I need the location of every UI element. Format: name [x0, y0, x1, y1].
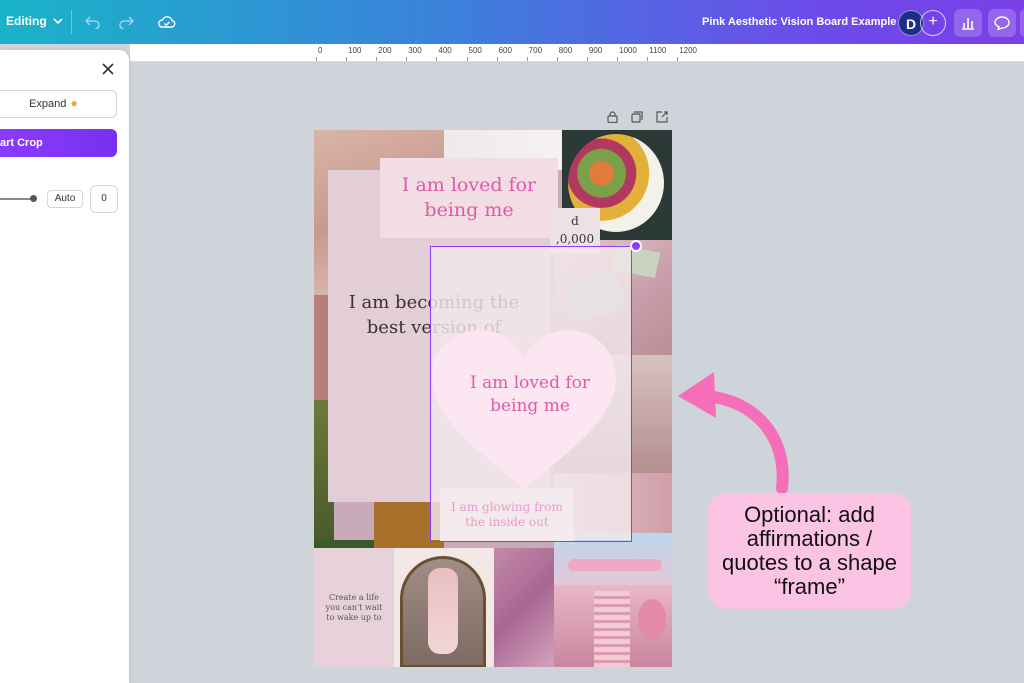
ruler-tick-mark [556, 57, 558, 61]
ruler-tick-mark [376, 57, 378, 61]
ruler-tick-label: 1100 [649, 46, 667, 55]
affirmation-card-create-life[interactable]: Create a life you can't wait to wake up … [314, 548, 394, 667]
annotation-arrow [678, 372, 789, 494]
ruler-tick-label: 300 [408, 46, 422, 55]
selection-box[interactable] [430, 246, 632, 542]
ruler-tick-label: 400 [438, 46, 452, 55]
ruler-tick-label: 600 [498, 46, 512, 55]
horizontal-ruler: 0 100 200 300 400 500 600 700 800 900 1000 1100 1200 [130, 44, 1024, 62]
comments-button[interactable] [988, 9, 1016, 37]
ruler-tick-label: 500 [468, 46, 482, 55]
top-bar: Editing Pink Aesthetic Vision Board Exam… [0, 0, 1024, 44]
auto-button[interactable]: Auto [47, 190, 83, 208]
cloud-saved-icon[interactable] [158, 13, 176, 31]
ruler-tick-mark [677, 57, 679, 61]
ruler-tick-mark [586, 57, 588, 61]
flower-bouquet [638, 599, 666, 639]
bar-chart-icon [962, 18, 974, 30]
undo-icon[interactable] [84, 13, 102, 31]
ruler-tick-mark [466, 57, 468, 61]
annotation-text: Optional: add affirmations / quotes to a… [722, 502, 897, 599]
ruler-tick-mark [647, 57, 649, 61]
woman-figure [428, 568, 458, 654]
photo-tile-pink-stairs[interactable] [554, 585, 672, 667]
ruler-tick-label: 0 [318, 46, 323, 55]
ruler-tick-label: 700 [528, 46, 543, 55]
ruler-tick-label: 900 [588, 46, 603, 55]
ruler-tick-label: 1000 [619, 46, 637, 55]
rotate-handle[interactable] [630, 240, 642, 252]
ruler-tick-mark [496, 57, 498, 61]
money-fragment-1: d [571, 214, 579, 228]
ruler-tick-mark [316, 57, 317, 61]
close-icon[interactable] [102, 62, 114, 80]
annotation-callout: Optional: add affirmations / quotes to a… [708, 493, 911, 609]
ruler-tick-label: 800 [558, 46, 573, 55]
ruler-tick-mark [346, 57, 348, 61]
stairs [594, 591, 630, 667]
share-button-edge[interactable] [1020, 9, 1024, 37]
editing-mode-label: Editing [6, 14, 47, 28]
add-page-icon[interactable] [655, 110, 669, 124]
vision-board-page[interactable]: I am becoming the best version of I am l… [314, 130, 672, 667]
affirmation-loved-text: I am loved for being me [401, 174, 537, 221]
duplicate-icon[interactable] [630, 110, 644, 124]
expand-button[interactable]: Expand ✸ [0, 90, 117, 118]
crop-side-panel: Expand ✸ art Crop Auto 0 [0, 50, 129, 683]
comment-icon [994, 16, 1010, 30]
create-life-text: Create a life you can't wait to wake up … [325, 592, 383, 622]
ruler-tick-label: 1200 [679, 46, 697, 55]
redo-icon[interactable] [117, 13, 135, 31]
ruler-tick-mark [406, 57, 408, 61]
sparkle-icon: ✸ [70, 98, 78, 109]
lock-icon[interactable] [605, 110, 619, 124]
editing-mode-dropdown[interactable]: Editing [6, 14, 63, 28]
ruler-tick-mark [436, 57, 438, 61]
ruler-tick-mark [617, 57, 618, 61]
value-field[interactable]: 0 [90, 185, 118, 213]
jet-body [568, 559, 662, 571]
ruler-tick-mark [526, 57, 528, 61]
chevron-down-icon [53, 18, 63, 25]
smart-crop-button[interactable]: art Crop [0, 129, 117, 157]
toolbar-divider [71, 10, 72, 34]
affirmation-card-loved[interactable]: I am loved for being me [380, 158, 558, 238]
photo-tile-woman-selfie[interactable] [394, 548, 494, 667]
ruler-tick-label: 100 [348, 46, 362, 55]
smart-crop-label: art Crop [0, 137, 43, 149]
ruler-tick-label: 200 [378, 46, 392, 55]
photo-tile-pink-money[interactable] [494, 548, 554, 667]
insights-button[interactable] [954, 9, 982, 37]
add-collaborator-button[interactable]: + [920, 10, 946, 36]
slider-handle[interactable] [30, 195, 37, 202]
expand-label: Expand [29, 98, 67, 110]
document-title[interactable]: Pink Aesthetic Vision Board Example [702, 16, 896, 28]
